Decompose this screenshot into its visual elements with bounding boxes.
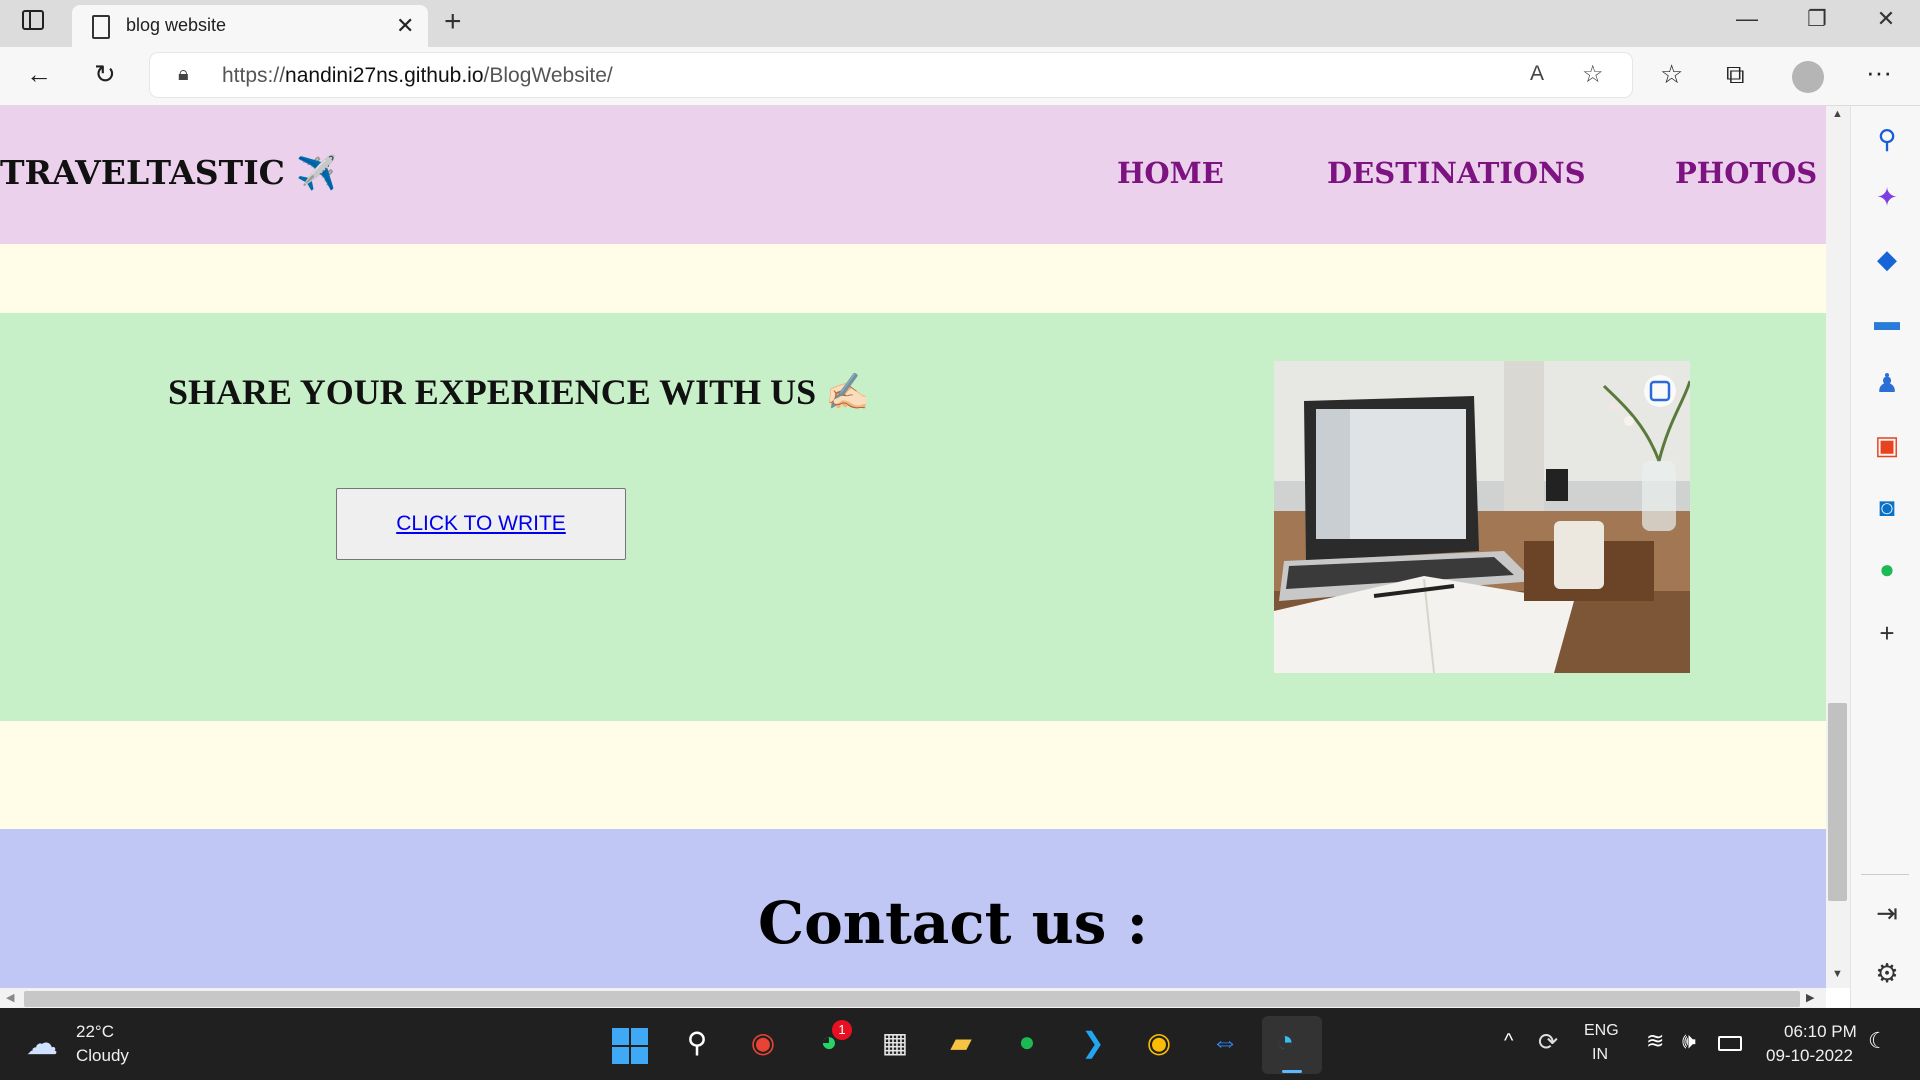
horizontal-scroll-thumb[interactable]: [24, 991, 1800, 1007]
file-explorer-icon[interactable]: ▰: [941, 1026, 981, 1059]
battery-icon[interactable]: [1718, 1036, 1742, 1051]
edge-icon: ◔: [1276, 1025, 1295, 1058]
contact-section: Contact us :: [0, 829, 1826, 988]
collections-icon[interactable]: ⧉: [1726, 59, 1745, 91]
wifi-icon[interactable]: ≋: [1646, 1028, 1664, 1054]
add-favorite-icon[interactable]: ☆: [1582, 60, 1604, 89]
show-hidden-icons-icon[interactable]: ^: [1504, 1030, 1513, 1053]
vertical-scroll-thumb[interactable]: [1828, 703, 1847, 901]
nav-photos[interactable]: PHOTOS: [1675, 156, 1817, 190]
office-icon[interactable]: ▣: [1873, 430, 1901, 461]
focus-moon-icon[interactable]: ☾: [1868, 1028, 1888, 1054]
tools-briefcase-icon[interactable]: ▬: [1873, 306, 1901, 337]
volume-icon[interactable]: 🕪︎: [1682, 1028, 1696, 1054]
sync-icon[interactable]: ⟳: [1538, 1028, 1558, 1057]
more-options-icon[interactable]: ···: [1866, 57, 1892, 88]
settings-gear-icon[interactable]: ⚙: [1873, 958, 1901, 989]
tab-title: blog website: [126, 15, 227, 35]
games-icon[interactable]: ♟: [1873, 368, 1901, 399]
windows-taskbar: ☁ 22°C Cloudy ⚲ ◉ ◕ 1 ▦ ▰ ● ❯ ◉ ⇔ ◔ ^ ⟳ …: [0, 1008, 1920, 1080]
refresh-icon[interactable]: ↻: [94, 59, 116, 90]
weather-cloud-icon[interactable]: ☁: [26, 1024, 58, 1062]
share-section: SHARE YOUR EXPERIENCE WITH US ✍🏻 CLICK T…: [0, 313, 1826, 721]
language-code[interactable]: ENG: [1584, 1022, 1619, 1040]
close-window-icon[interactable]: ✕: [1866, 6, 1906, 32]
minimize-icon[interactable]: —: [1727, 6, 1767, 32]
clock-time[interactable]: 06:10 PM: [1784, 1022, 1857, 1042]
whatsapp-badge: 1: [832, 1020, 852, 1040]
scroll-right-icon[interactable]: ▶: [1806, 991, 1814, 1004]
page-viewport: TRAVELTASTIC ✈️ HOME DESTINATIONS PHOTOS…: [0, 106, 1826, 988]
outlook-icon[interactable]: ◙: [1873, 492, 1901, 523]
contact-title: Contact us :: [757, 889, 1149, 957]
new-tab-icon[interactable]: +: [444, 5, 462, 39]
site-brand[interactable]: TRAVELTASTIC ✈️: [0, 153, 337, 193]
weather-temperature[interactable]: 22°C: [76, 1022, 114, 1042]
store-icon[interactable]: ▦: [875, 1026, 915, 1059]
tab-actions-icon[interactable]: [22, 10, 44, 30]
add-sidebar-app-icon[interactable]: +: [1873, 618, 1901, 649]
search-icon[interactable]: ⚲: [677, 1026, 717, 1059]
lock-icon[interactable]: 🔒︎: [178, 63, 189, 86]
site-header: TRAVELTASTIC ✈️ HOME DESTINATIONS PHOTOS: [0, 106, 1826, 244]
sidebar-divider: [1861, 874, 1909, 875]
profile-avatar[interactable]: [1792, 61, 1824, 93]
laptop-desk-image: [1274, 361, 1690, 673]
weather-condition[interactable]: Cloudy: [76, 1046, 129, 1066]
browser-tab[interactable]: blog website ✕: [72, 5, 428, 47]
shopping-tag-icon[interactable]: ◆: [1873, 244, 1901, 275]
chrome-icon[interactable]: ◉: [743, 1026, 783, 1059]
scroll-up-icon[interactable]: ▲: [1832, 108, 1843, 120]
clock-date[interactable]: 09-10-2022: [1766, 1046, 1853, 1066]
search-icon[interactable]: ⚲: [1873, 124, 1901, 155]
start-button[interactable]: [612, 1028, 648, 1064]
nav-destinations[interactable]: DESTINATIONS: [1327, 156, 1586, 190]
nav-home[interactable]: HOME: [1117, 156, 1224, 190]
language-region[interactable]: IN: [1592, 1046, 1608, 1064]
back-icon[interactable]: ←: [26, 59, 52, 90]
spotify-icon[interactable]: ●: [1873, 554, 1901, 585]
url-prefix: https://: [222, 64, 286, 87]
tab-strip: blog website ✕ + — ❐ ✕: [0, 0, 1920, 47]
share-title: SHARE YOUR EXPERIENCE WITH US ✍🏻: [168, 372, 870, 412]
url-path: /BlogWebsite/: [483, 64, 613, 87]
teamviewer-icon[interactable]: ⇔: [1205, 1026, 1245, 1058]
scroll-down-icon[interactable]: ▼: [1832, 968, 1843, 980]
copilot-sparkle-icon[interactable]: ✦: [1873, 182, 1901, 213]
restore-icon[interactable]: ❐: [1797, 6, 1837, 32]
spacer-section: [0, 244, 1826, 313]
scroll-left-icon[interactable]: ◀: [6, 991, 14, 1004]
page-icon: [92, 15, 110, 39]
spacer-section: [0, 721, 1826, 829]
url-text[interactable]: https://nandini27ns.github.io/BlogWebsit…: [222, 64, 613, 88]
url-host: nandini27ns.github.io: [285, 64, 484, 87]
hide-sidebar-icon[interactable]: ⇥: [1873, 898, 1901, 929]
read-aloud-icon[interactable]: A: [1530, 62, 1544, 86]
edge-sidebar: ⚲ ✦ ◆ ▬ ♟ ▣ ◙ ● + ⇥ ⚙: [1850, 106, 1920, 1008]
favorites-icon[interactable]: ☆: [1660, 59, 1683, 90]
address-bar[interactable]: 🔒︎ https://nandini27ns.github.io/BlogWeb…: [150, 53, 1632, 97]
vscode-icon[interactable]: ❯: [1073, 1026, 1113, 1059]
click-to-write-button[interactable]: CLICK TO WRITE: [336, 488, 626, 560]
address-bar-row: ← ↻ 🔒︎ https://nandini27ns.github.io/Blo…: [0, 47, 1920, 106]
spotify-icon[interactable]: ●: [1007, 1026, 1047, 1058]
chrome-profile-icon[interactable]: ◉: [1139, 1026, 1179, 1059]
edge-taskbar-button[interactable]: ◔: [1262, 1016, 1322, 1074]
close-tab-icon[interactable]: ✕: [396, 13, 414, 39]
